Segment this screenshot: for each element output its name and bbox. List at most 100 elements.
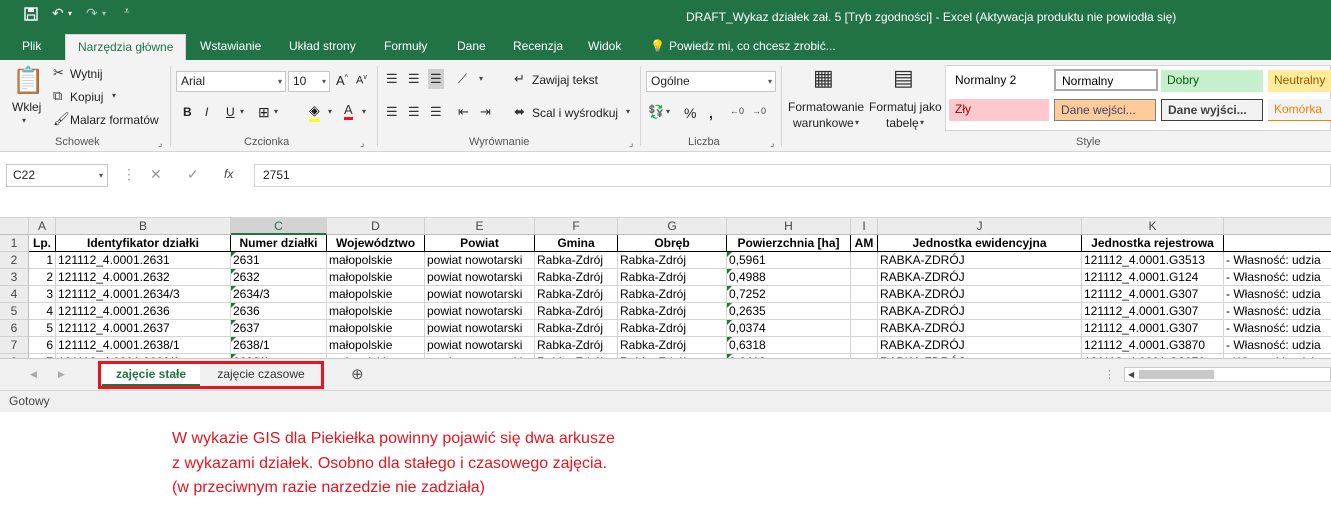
align-left-icon[interactable]: ☰ [386, 104, 398, 120]
table-cell[interactable]: - Własność: udzia [1224, 252, 1331, 269]
table-cell[interactable]: 2637 [231, 320, 327, 337]
table-cell[interactable]: 5 [29, 320, 56, 337]
table-cell[interactable]: Rabka-Zdrój [618, 337, 727, 354]
tell-me-search[interactable]: Powiedz mi, co chcesz zrobić... [669, 34, 836, 60]
borders-dropdown-icon[interactable]: ▾ [274, 107, 278, 116]
font-color-dropdown-icon[interactable]: ▾ [362, 107, 366, 116]
format-painter-button[interactable]: Malarz formatów [70, 113, 159, 127]
table-cell[interactable]: 121112_4.0001.2637 [56, 320, 231, 337]
increase-font-icon[interactable]: A^ [336, 73, 348, 88]
font-color-icon[interactable]: A [344, 102, 353, 120]
table-header-cell[interactable]: Powiat [425, 235, 535, 252]
row-header[interactable]: 2 [0, 252, 29, 269]
table-cell[interactable] [851, 252, 878, 269]
scroll-sheets-right-icon[interactable]: ▶ [58, 369, 65, 380]
formula-input[interactable]: 2751 [254, 164, 1331, 187]
bold-icon[interactable]: B [183, 105, 192, 119]
table-cell[interactable]: 6 [29, 337, 56, 354]
table-cell[interactable]: Rabka-Zdrój [618, 303, 727, 320]
table-cell[interactable]: 121112_4.0001.2634/3 [56, 286, 231, 303]
paste-dropdown-icon[interactable]: ▾ [22, 116, 26, 125]
tab-home[interactable]: Narzędzia główne [65, 34, 187, 60]
table-cell[interactable]: - Własność: udzia [1224, 286, 1331, 303]
table-cell[interactable]: powiat nowotarski [425, 320, 535, 337]
column-header[interactable] [1224, 218, 1331, 235]
column-header[interactable]: A [29, 218, 56, 235]
style-normal[interactable]: Normalny [1054, 69, 1158, 91]
format-as-table-icon[interactable]: ▤ [893, 66, 914, 90]
fill-color-dropdown-icon[interactable]: ▾ [328, 107, 332, 116]
enter-icon[interactable]: ✓ [187, 166, 199, 183]
table-cell[interactable]: 121112_4.0001.G307 [1082, 286, 1224, 303]
tab-page-layout[interactable]: Układ strony [289, 34, 356, 60]
table-cell[interactable]: 4 [29, 303, 56, 320]
table-cell[interactable]: Rabka-Zdrój [535, 320, 618, 337]
table-cell[interactable]: 121112_4.0001.G3513 [1082, 252, 1224, 269]
orientation-dropdown-icon[interactable]: ▾ [479, 74, 483, 83]
table-cell[interactable]: Rabka-Zdrój [618, 286, 727, 303]
table-cell[interactable]: powiat nowotarski [425, 252, 535, 269]
table-cell[interactable]: 121112_4.0001.2636 [56, 303, 231, 320]
paste-icon[interactable]: 📋 [12, 66, 44, 94]
table-cell[interactable]: 2638/1 [231, 337, 327, 354]
table-cell[interactable]: 0,0374 [727, 320, 851, 337]
decrease-indent-icon[interactable]: ⇤ [458, 104, 469, 120]
table-cell[interactable]: małopolskie [327, 303, 425, 320]
style-output[interactable]: Dane wyjści... [1161, 99, 1263, 121]
clipboard-launcher-icon[interactable]: ⌟ [158, 138, 162, 149]
conditional-formatting-button-line2[interactable]: warunkowe [793, 116, 854, 130]
table-cell[interactable]: 121112_4.0001.2631 [56, 252, 231, 269]
column-header[interactable]: E [425, 218, 535, 235]
table-cell[interactable]: 2631 [231, 252, 327, 269]
cut-button[interactable]: Wytnij [70, 67, 103, 81]
table-cell[interactable]: - Własność: udzia [1224, 303, 1331, 320]
table-cell[interactable]: Rabka-Zdrój [618, 252, 727, 269]
table-header-cell[interactable]: Jednostka ewidencyjna [878, 235, 1082, 252]
align-center-icon[interactable]: ☰ [408, 104, 420, 120]
font-size-select[interactable]: 10 ▾ [288, 71, 330, 92]
table-cell[interactable]: 2634/3 [231, 286, 327, 303]
select-all-corner[interactable] [0, 218, 29, 235]
align-middle-icon[interactable]: ☰ [408, 71, 420, 87]
table-cell[interactable]: 0,7252 [727, 286, 851, 303]
table-cell[interactable]: RABKA-ZDRÓJ [878, 269, 1082, 286]
table-header-cell[interactable]: Województwo [327, 235, 425, 252]
row-header[interactable]: 5 [0, 303, 29, 320]
number-format-select[interactable]: Ogólne ▾ [646, 71, 776, 92]
table-cell[interactable]: 2 [29, 269, 56, 286]
conditional-formatting-icon[interactable]: ▦ [813, 66, 834, 90]
table-cell[interactable]: małopolskie [327, 286, 425, 303]
row-header[interactable]: 7 [0, 337, 29, 354]
scroll-sheets-left-icon[interactable]: ◀ [30, 369, 37, 380]
scrollbar-thumb[interactable] [1139, 370, 1214, 379]
table-cell[interactable]: 121112_4.0001.2632 [56, 269, 231, 286]
column-header[interactable]: F [535, 218, 618, 235]
decrease-font-icon[interactable]: Av [356, 74, 367, 87]
underline-icon[interactable]: U [226, 105, 235, 119]
style-good[interactable]: Dobry [1161, 70, 1263, 92]
tab-insert[interactable]: Wstawianie [200, 34, 261, 60]
copy-button[interactable]: Kopiuj [70, 90, 103, 104]
style-normal-2[interactable]: Normalny 2 [949, 70, 1049, 92]
table-cell[interactable] [851, 303, 878, 320]
table-cell[interactable]: małopolskie [327, 269, 425, 286]
style-bad[interactable]: Zły [949, 99, 1049, 121]
comma-style-icon[interactable]: , [709, 105, 713, 121]
paste-button[interactable]: Wklej [12, 100, 41, 114]
increase-indent-icon[interactable]: ⇥ [480, 104, 491, 120]
merge-center-button[interactable]: Scal i wyśrodkuj [532, 106, 618, 120]
column-header[interactable]: G [618, 218, 727, 235]
table-cell[interactable] [851, 269, 878, 286]
column-header[interactable]: H [727, 218, 851, 235]
font-name-select[interactable]: Arial ▾ [176, 71, 286, 92]
table-cell[interactable]: Rabka-Zdrój [618, 269, 727, 286]
name-box[interactable]: C22 ▾ [6, 164, 108, 187]
tab-formulas[interactable]: Formuły [384, 34, 427, 60]
alignment-launcher-icon[interactable]: ⌟ [629, 138, 633, 149]
table-cell[interactable]: - Własność: udzia [1224, 269, 1331, 286]
table-cell[interactable] [851, 337, 878, 354]
table-cell[interactable]: małopolskie [327, 252, 425, 269]
italic-icon[interactable]: I [205, 105, 208, 119]
merge-center-icon[interactable]: ⬌ [514, 104, 525, 120]
table-cell[interactable]: 2636 [231, 303, 327, 320]
